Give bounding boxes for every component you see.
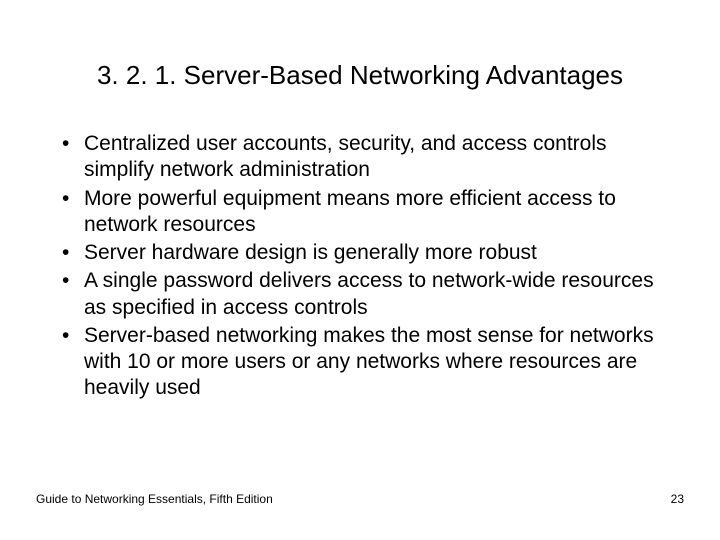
list-item-text: Centralized user accounts, security, and… [84,131,670,184]
list-item: • More powerful equipment means more eff… [62,186,670,239]
list-item: • A single password delivers access to n… [62,268,670,321]
page-number: 23 [671,492,684,506]
bullet-dot-icon: • [62,240,84,266]
list-item: • Server hardware design is generally mo… [62,240,670,266]
list-item-text: More powerful equipment means more effic… [84,186,670,239]
bullet-dot-icon: • [62,268,84,294]
list-item: • Centralized user accounts, security, a… [62,131,670,184]
footer: Guide to Networking Essentials, Fifth Ed… [36,492,684,506]
bullet-list: • Centralized user accounts, security, a… [0,131,720,402]
list-item-text: Server hardware design is generally more… [84,240,670,266]
slide-title: 3. 2. 1. Server-Based Networking Advanta… [0,0,720,131]
list-item: • Server-based networking makes the most… [62,323,670,402]
footer-source: Guide to Networking Essentials, Fifth Ed… [36,492,273,506]
bullet-dot-icon: • [62,186,84,212]
bullet-dot-icon: • [62,323,84,349]
list-item-text: A single password delivers access to net… [84,268,670,321]
bullet-dot-icon: • [62,131,84,157]
list-item-text: Server-based networking makes the most s… [84,323,670,402]
slide: 3. 2. 1. Server-Based Networking Advanta… [0,0,720,540]
